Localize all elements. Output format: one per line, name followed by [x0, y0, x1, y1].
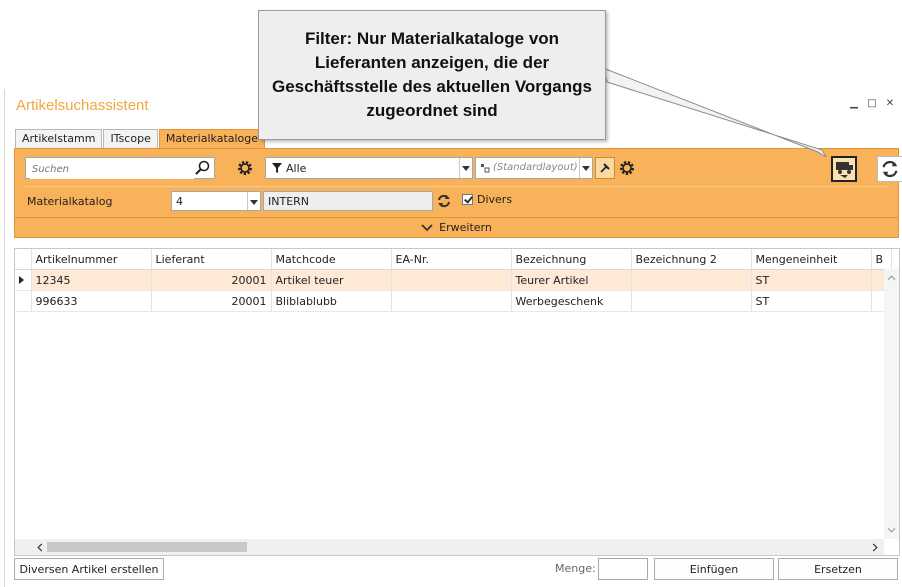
layout-icon — [481, 164, 490, 173]
row-indicator — [15, 269, 32, 291]
material-catalog-name: INTERN — [268, 195, 310, 208]
table-row[interactable]: 996633 20001 Bliblablubb Werbegeschenk S… — [15, 290, 892, 312]
chevron-down-icon[interactable] — [887, 527, 896, 533]
cell-bezeichnung[interactable]: Werbegeschenk — [511, 290, 632, 312]
tab-materialkataloge[interactable]: Materialkataloge — [158, 129, 266, 148]
filter-dropdown[interactable]: Alle — [265, 157, 473, 179]
article-table: Artikelnummer Lieferant Matchcode EA-Nr.… — [15, 249, 892, 312]
cell-artikelnummer[interactable]: 996633 — [31, 290, 152, 312]
search-box — [25, 157, 215, 179]
table-header-row: Artikelnummer Lieferant Matchcode EA-Nr.… — [15, 249, 892, 270]
maximize-icon[interactable]: □ — [867, 99, 877, 109]
tab-itscope[interactable]: ITscope — [103, 129, 158, 148]
cell-artikelnummer[interactable]: 12345 — [31, 269, 152, 291]
quantity-input[interactable] — [598, 558, 648, 580]
article-grid: Artikelnummer Lieferant Matchcode EA-Nr.… — [14, 248, 900, 556]
cell-matchcode[interactable]: Artikel teuer — [271, 269, 392, 291]
close-icon[interactable]: ✕ — [885, 99, 895, 109]
cell-ea-nr[interactable] — [391, 290, 512, 312]
panel-divider — [25, 186, 888, 187]
divers-toggle[interactable]: Divers — [462, 193, 512, 206]
column-header[interactable]: B — [871, 249, 892, 270]
column-header[interactable]: Bezeichnung — [511, 249, 632, 270]
vertical-scrollbar[interactable] — [884, 269, 899, 539]
cell-bezeichnung-2[interactable] — [631, 290, 752, 312]
column-header[interactable]: Artikelnummer — [31, 249, 152, 270]
chevron-right-icon[interactable] — [872, 543, 878, 552]
dialog-footer: Diversen Artikel erstellen Menge: Einfüg… — [14, 558, 898, 580]
cell-mengeneinheit[interactable]: ST — [751, 269, 872, 291]
material-catalog-number-field[interactable]: 4 — [171, 191, 261, 211]
chevron-down-icon[interactable] — [459, 158, 472, 178]
pin-layout-button[interactable] — [595, 157, 615, 179]
table-row[interactable]: 12345 20001 Artikel teuer Teurer Artikel… — [15, 269, 892, 291]
search-settings-gear-icon[interactable] — [237, 160, 253, 176]
quantity-label: Menge: — [555, 562, 596, 575]
chevron-down-icon — [421, 223, 433, 231]
cell-lieferant[interactable]: 20001 — [151, 290, 272, 312]
replace-button[interactable]: Ersetzen — [778, 558, 898, 580]
material-catalog-label: Materialkatalog — [27, 195, 113, 208]
expand-bar[interactable]: Erweitern — [15, 217, 898, 237]
truck-filter-icon — [836, 162, 853, 178]
catalog-refresh-icon[interactable] — [435, 192, 453, 210]
divers-checkbox[interactable] — [462, 194, 473, 205]
tab-bar: Artikelstamm ITscope Materialkataloge — [15, 129, 266, 148]
layout-value: (Standardlayout) — [493, 162, 578, 173]
divers-label: Divers — [477, 193, 513, 206]
column-header[interactable]: Lieferant — [151, 249, 272, 270]
refresh-button[interactable] — [877, 156, 902, 182]
branch-filter-button[interactable] — [831, 156, 857, 182]
refresh-icon — [882, 160, 898, 178]
window-controls: ▁ □ ✕ — [849, 99, 895, 109]
layout-dropdown[interactable]: (Standardlayout) — [475, 157, 593, 179]
chevron-left-icon[interactable] — [37, 543, 43, 552]
window-title: Artikelsuchassistent — [16, 97, 149, 114]
cell-lieferant[interactable]: 20001 — [151, 269, 272, 291]
chevron-down-icon[interactable] — [247, 192, 260, 210]
insert-button[interactable]: Einfügen — [654, 558, 774, 580]
chevron-down-icon[interactable] — [579, 158, 592, 178]
create-divers-article-button[interactable]: Diversen Artikel erstellen — [14, 558, 164, 580]
filter-value: Alle — [286, 162, 307, 175]
cell-bezeichnung[interactable]: Teurer Artikel — [511, 269, 632, 291]
row-indicator — [15, 290, 32, 312]
cell-mengeneinheit[interactable]: ST — [751, 290, 872, 312]
column-header[interactable]: Mengeneinheit — [751, 249, 872, 270]
article-search-window: Artikelsuchassistent ▁ □ ✕ Artikelstamm … — [4, 89, 902, 587]
minimize-icon[interactable]: ▁ — [849, 99, 859, 109]
row-indicator-header — [15, 249, 32, 270]
tab-artikelstamm[interactable]: Artikelstamm — [15, 129, 103, 148]
search-icon[interactable] — [194, 160, 210, 176]
cell-bezeichnung-2[interactable] — [631, 269, 752, 291]
layout-settings-gear-icon[interactable] — [619, 160, 635, 176]
scroll-thumb[interactable] — [47, 542, 247, 552]
cell-matchcode[interactable]: Bliblablubb — [271, 290, 392, 312]
material-catalog-name-field: INTERN — [263, 191, 433, 211]
column-header[interactable]: EA-Nr. — [391, 249, 512, 270]
column-header[interactable]: Bezeichnung 2 — [631, 249, 752, 270]
chevron-up-icon[interactable] — [887, 275, 896, 281]
pin-icon — [600, 163, 610, 173]
column-header[interactable]: Matchcode — [271, 249, 392, 270]
cell-ea-nr[interactable] — [391, 269, 512, 291]
search-input[interactable] — [30, 159, 194, 179]
material-catalog-row: Materialkatalog 4 INTERN Divers — [25, 191, 888, 213]
filter-panel: Alle (Standardlayout) — [14, 148, 902, 238]
expand-label: Erweitern — [439, 221, 492, 234]
row-pointer-icon — [19, 275, 24, 284]
annotation-callout: Filter: Nur Materialkataloge von Liefera… — [258, 10, 606, 140]
funnel-icon — [272, 163, 282, 173]
search-toolbar: Alle (Standardlayout) — [25, 156, 902, 182]
material-catalog-number: 4 — [176, 195, 183, 208]
horizontal-scrollbar[interactable] — [15, 539, 884, 555]
